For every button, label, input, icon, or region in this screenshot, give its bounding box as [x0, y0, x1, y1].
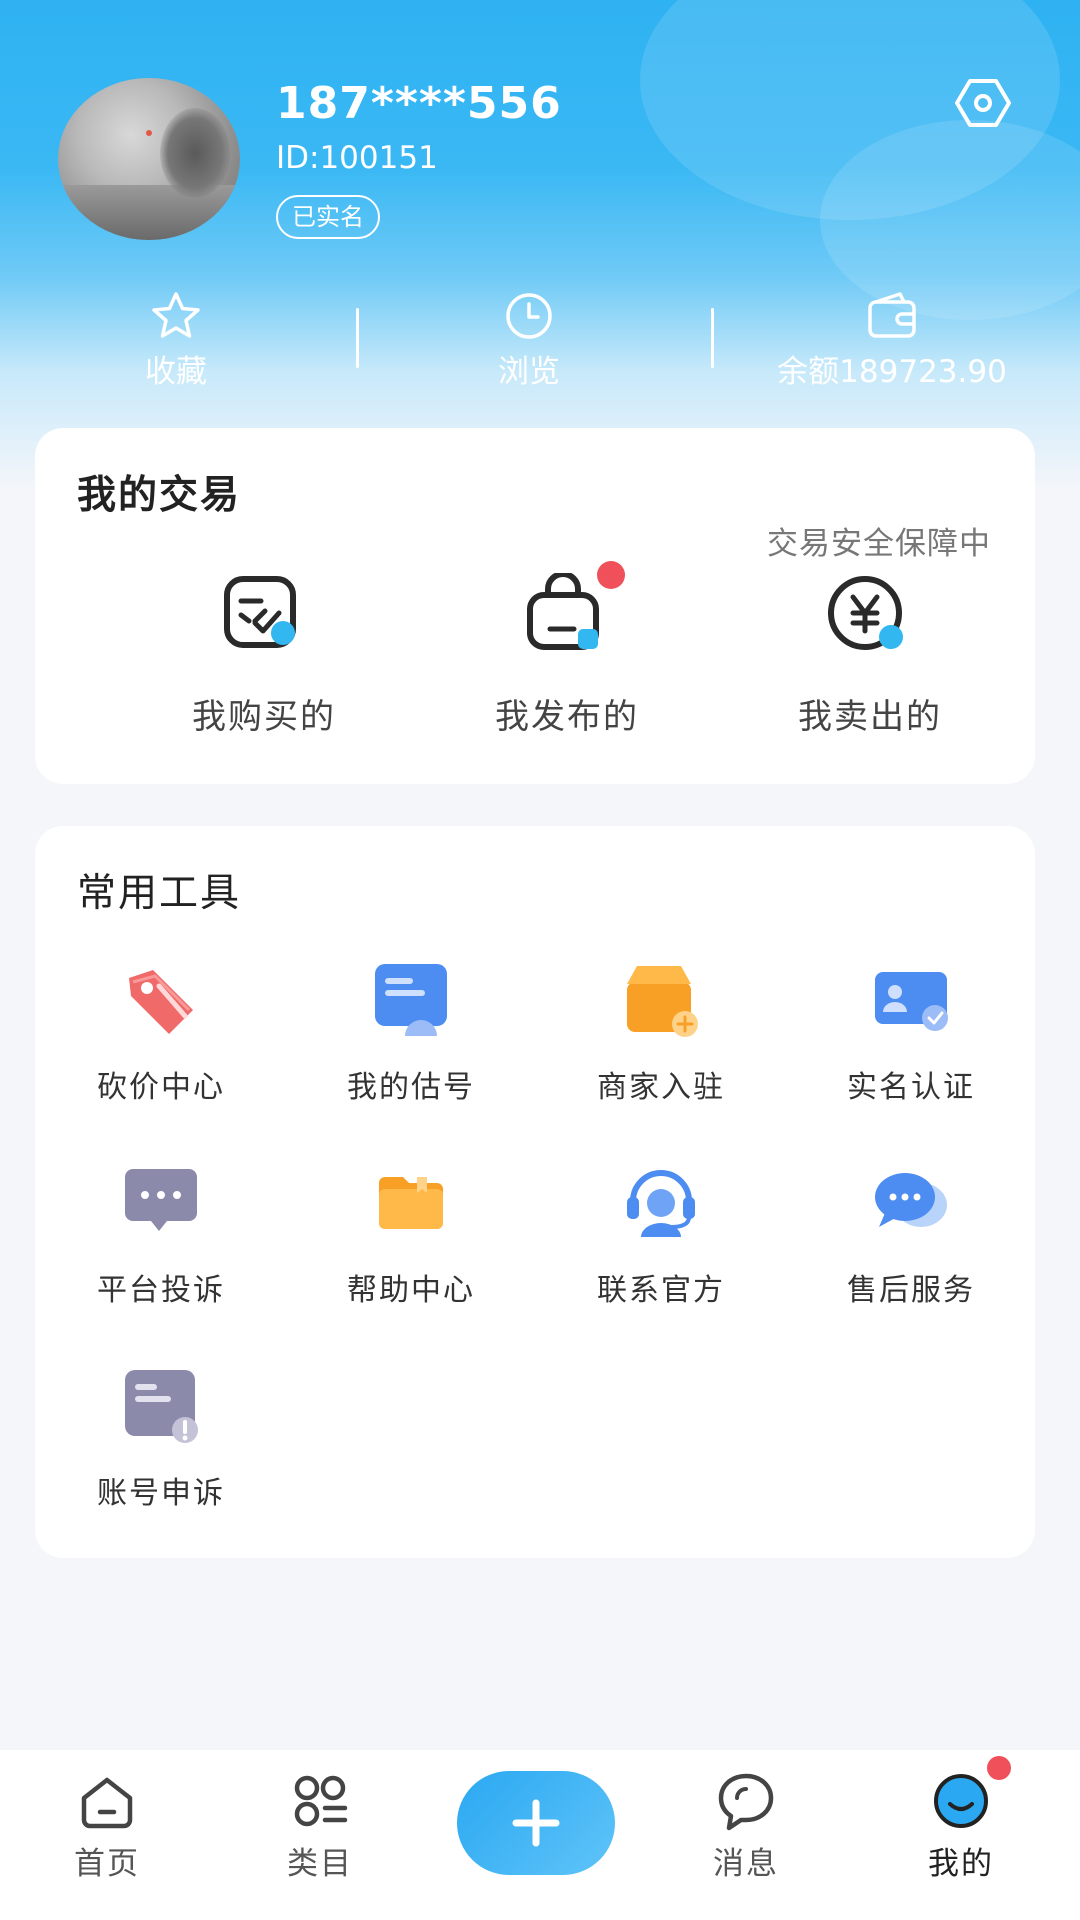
merchant-join-button[interactable]: 商家入驻	[551, 958, 771, 1106]
tab-category-label: 类目	[287, 1846, 353, 1882]
help-center-label: 帮助中心	[347, 1273, 475, 1308]
price-tag-icon	[129, 970, 193, 1034]
my-valuation-button[interactable]: 我的估号	[301, 958, 521, 1106]
merchant-join-label: 商家入驻	[597, 1070, 725, 1105]
contact-official-button[interactable]: 联系官方	[551, 1161, 771, 1309]
history-button[interactable]: 浏览	[399, 290, 659, 391]
user-phone: 187****556	[276, 78, 562, 129]
bag-icon	[527, 573, 599, 650]
my-trades-card: 我的交易 交易安全保障中 我购买的 我发布的 我卖出的	[35, 428, 1035, 784]
bargain-center-button[interactable]: 砍价中心	[51, 958, 271, 1106]
favorites-label: 收藏	[145, 354, 207, 390]
yen-icon	[828, 576, 903, 650]
balance-button[interactable]: 余额189723.90	[772, 290, 1012, 391]
my-posts-button[interactable]: 我发布的	[467, 561, 667, 738]
tab-messages-label: 消息	[713, 1846, 779, 1882]
verified-badge: 已实名	[276, 195, 380, 239]
publish-plus-button[interactable]	[457, 1771, 615, 1875]
tab-mine-label: 我的	[928, 1846, 994, 1882]
settings-icon[interactable]	[955, 75, 1011, 131]
after-sales-button[interactable]: 售后服务	[801, 1161, 1021, 1309]
help-center-button[interactable]: 帮助中心	[301, 1161, 521, 1309]
notification-dot	[597, 561, 625, 589]
my-posts-label: 我发布的	[495, 697, 639, 737]
purchase-icon	[224, 576, 296, 648]
category-grid-icon	[294, 1775, 348, 1827]
favorites-button[interactable]: 收藏	[46, 290, 306, 391]
account-appeal-label: 账号申诉	[97, 1476, 225, 1511]
tab-category[interactable]: 类目	[250, 1770, 390, 1883]
bargain-center-label: 砍价中心	[97, 1070, 225, 1105]
chat-bubbles-icon	[875, 1173, 947, 1227]
balance-label: 余额189723.90	[777, 354, 1007, 390]
valuation-icon	[375, 964, 447, 1036]
plus-icon	[512, 1799, 560, 1847]
appeal-icon	[125, 1370, 198, 1443]
my-sales-button[interactable]: 我卖出的	[770, 573, 970, 738]
tab-mine[interactable]: 我的	[891, 1756, 1031, 1883]
after-sales-label: 售后服务	[847, 1273, 975, 1308]
stats-divider	[356, 308, 359, 368]
stats-divider	[711, 308, 714, 368]
user-id: ID:100151	[276, 140, 438, 176]
shop-icon	[627, 966, 698, 1037]
platform-complaint-label: 平台投诉	[97, 1273, 225, 1308]
account-appeal-button[interactable]: 账号申诉	[51, 1364, 271, 1512]
folder-icon	[379, 1177, 443, 1229]
my-trades-title: 我的交易	[77, 473, 242, 518]
common-tools-title: 常用工具	[77, 871, 242, 916]
platform-complaint-button[interactable]: 平台投诉	[51, 1161, 271, 1309]
stats-bar: 收藏 浏览 余额189723.90	[0, 290, 1080, 390]
home-icon	[81, 1777, 133, 1829]
contact-official-label: 联系官方	[597, 1273, 725, 1308]
trade-security-text: 交易安全保障中	[767, 526, 991, 562]
my-purchases-button[interactable]: 我购买的	[164, 573, 364, 738]
my-valuation-label: 我的估号	[347, 1070, 475, 1105]
my-purchases-label: 我购买的	[192, 697, 336, 737]
wallet-icon	[868, 292, 916, 338]
avatar[interactable]	[58, 78, 240, 240]
clock-icon	[506, 293, 552, 339]
notification-dot	[987, 1756, 1011, 1780]
message-bubble-icon	[718, 1773, 774, 1831]
smile-face-icon	[934, 1774, 988, 1828]
id-card-icon	[875, 972, 948, 1031]
tab-home[interactable]: 首页	[37, 1770, 177, 1883]
star-icon	[152, 292, 200, 338]
headset-icon	[627, 1170, 695, 1237]
tab-home-label: 首页	[74, 1846, 140, 1882]
common-tools-card: 常用工具 砍价中心 我的估号 商家入驻 实名认证 平台投诉 帮助中心 联系官方 …	[35, 826, 1035, 1558]
my-sales-label: 我卖出的	[798, 697, 942, 737]
complaint-icon	[125, 1169, 197, 1231]
real-name-verify-label: 实名认证	[847, 1070, 975, 1105]
tab-messages[interactable]: 消息	[676, 1770, 816, 1883]
real-name-verify-button[interactable]: 实名认证	[801, 958, 1021, 1106]
history-label: 浏览	[498, 354, 560, 390]
